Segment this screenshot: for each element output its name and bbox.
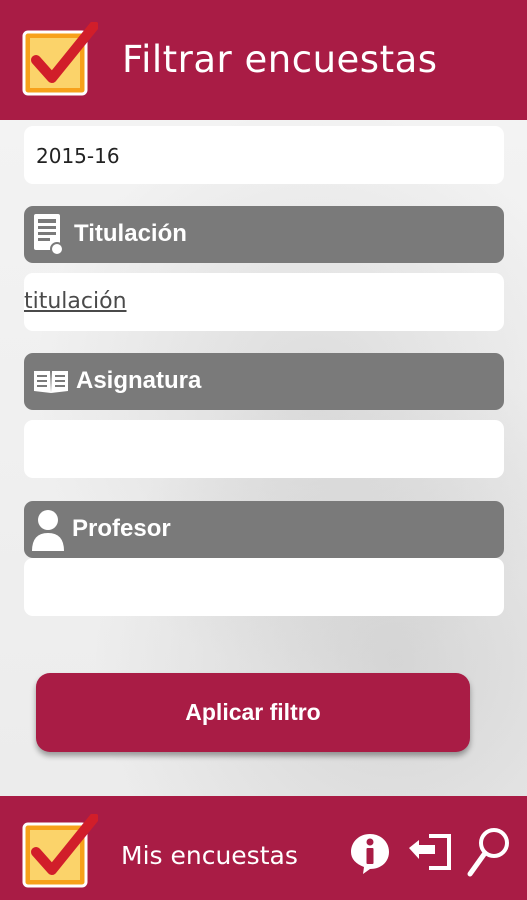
profesor-label: Profesor <box>72 515 171 542</box>
profesor-header: Profesor <box>24 501 504 558</box>
apply-filter-button[interactable]: Aplicar filtro <box>36 673 470 752</box>
person-icon <box>32 510 64 551</box>
home-logo-icon[interactable] <box>22 814 98 890</box>
app-header: Filtrar encuestas <box>0 0 527 120</box>
footer-title[interactable]: Mis encuestas <box>121 841 298 870</box>
search-icon[interactable] <box>466 826 512 878</box>
page-title: Filtrar encuestas <box>122 38 438 81</box>
titulacion-label: Titulación <box>74 220 187 247</box>
asignatura-label: Asignatura <box>76 367 202 394</box>
titulacion-header: Titulación <box>24 206 504 263</box>
asignatura-field[interactable] <box>24 420 504 478</box>
diploma-icon <box>34 214 64 256</box>
book-icon <box>34 371 68 393</box>
bottom-nav: Mis encuestas <box>0 796 527 900</box>
checkbox-logo-icon <box>22 22 98 96</box>
logout-icon[interactable] <box>405 832 453 872</box>
titulacion-value[interactable]: titulación <box>24 289 127 314</box>
year-field[interactable]: 2015-16 <box>24 126 504 184</box>
filter-form: 2015-16 Titulación titulación Asignatura <box>0 120 527 796</box>
year-value: 2015-16 <box>36 144 120 168</box>
titulacion-field[interactable]: titulación <box>24 273 504 331</box>
info-icon[interactable] <box>349 832 391 876</box>
asignatura-header: Asignatura <box>24 353 504 410</box>
profesor-field[interactable] <box>24 558 504 616</box>
